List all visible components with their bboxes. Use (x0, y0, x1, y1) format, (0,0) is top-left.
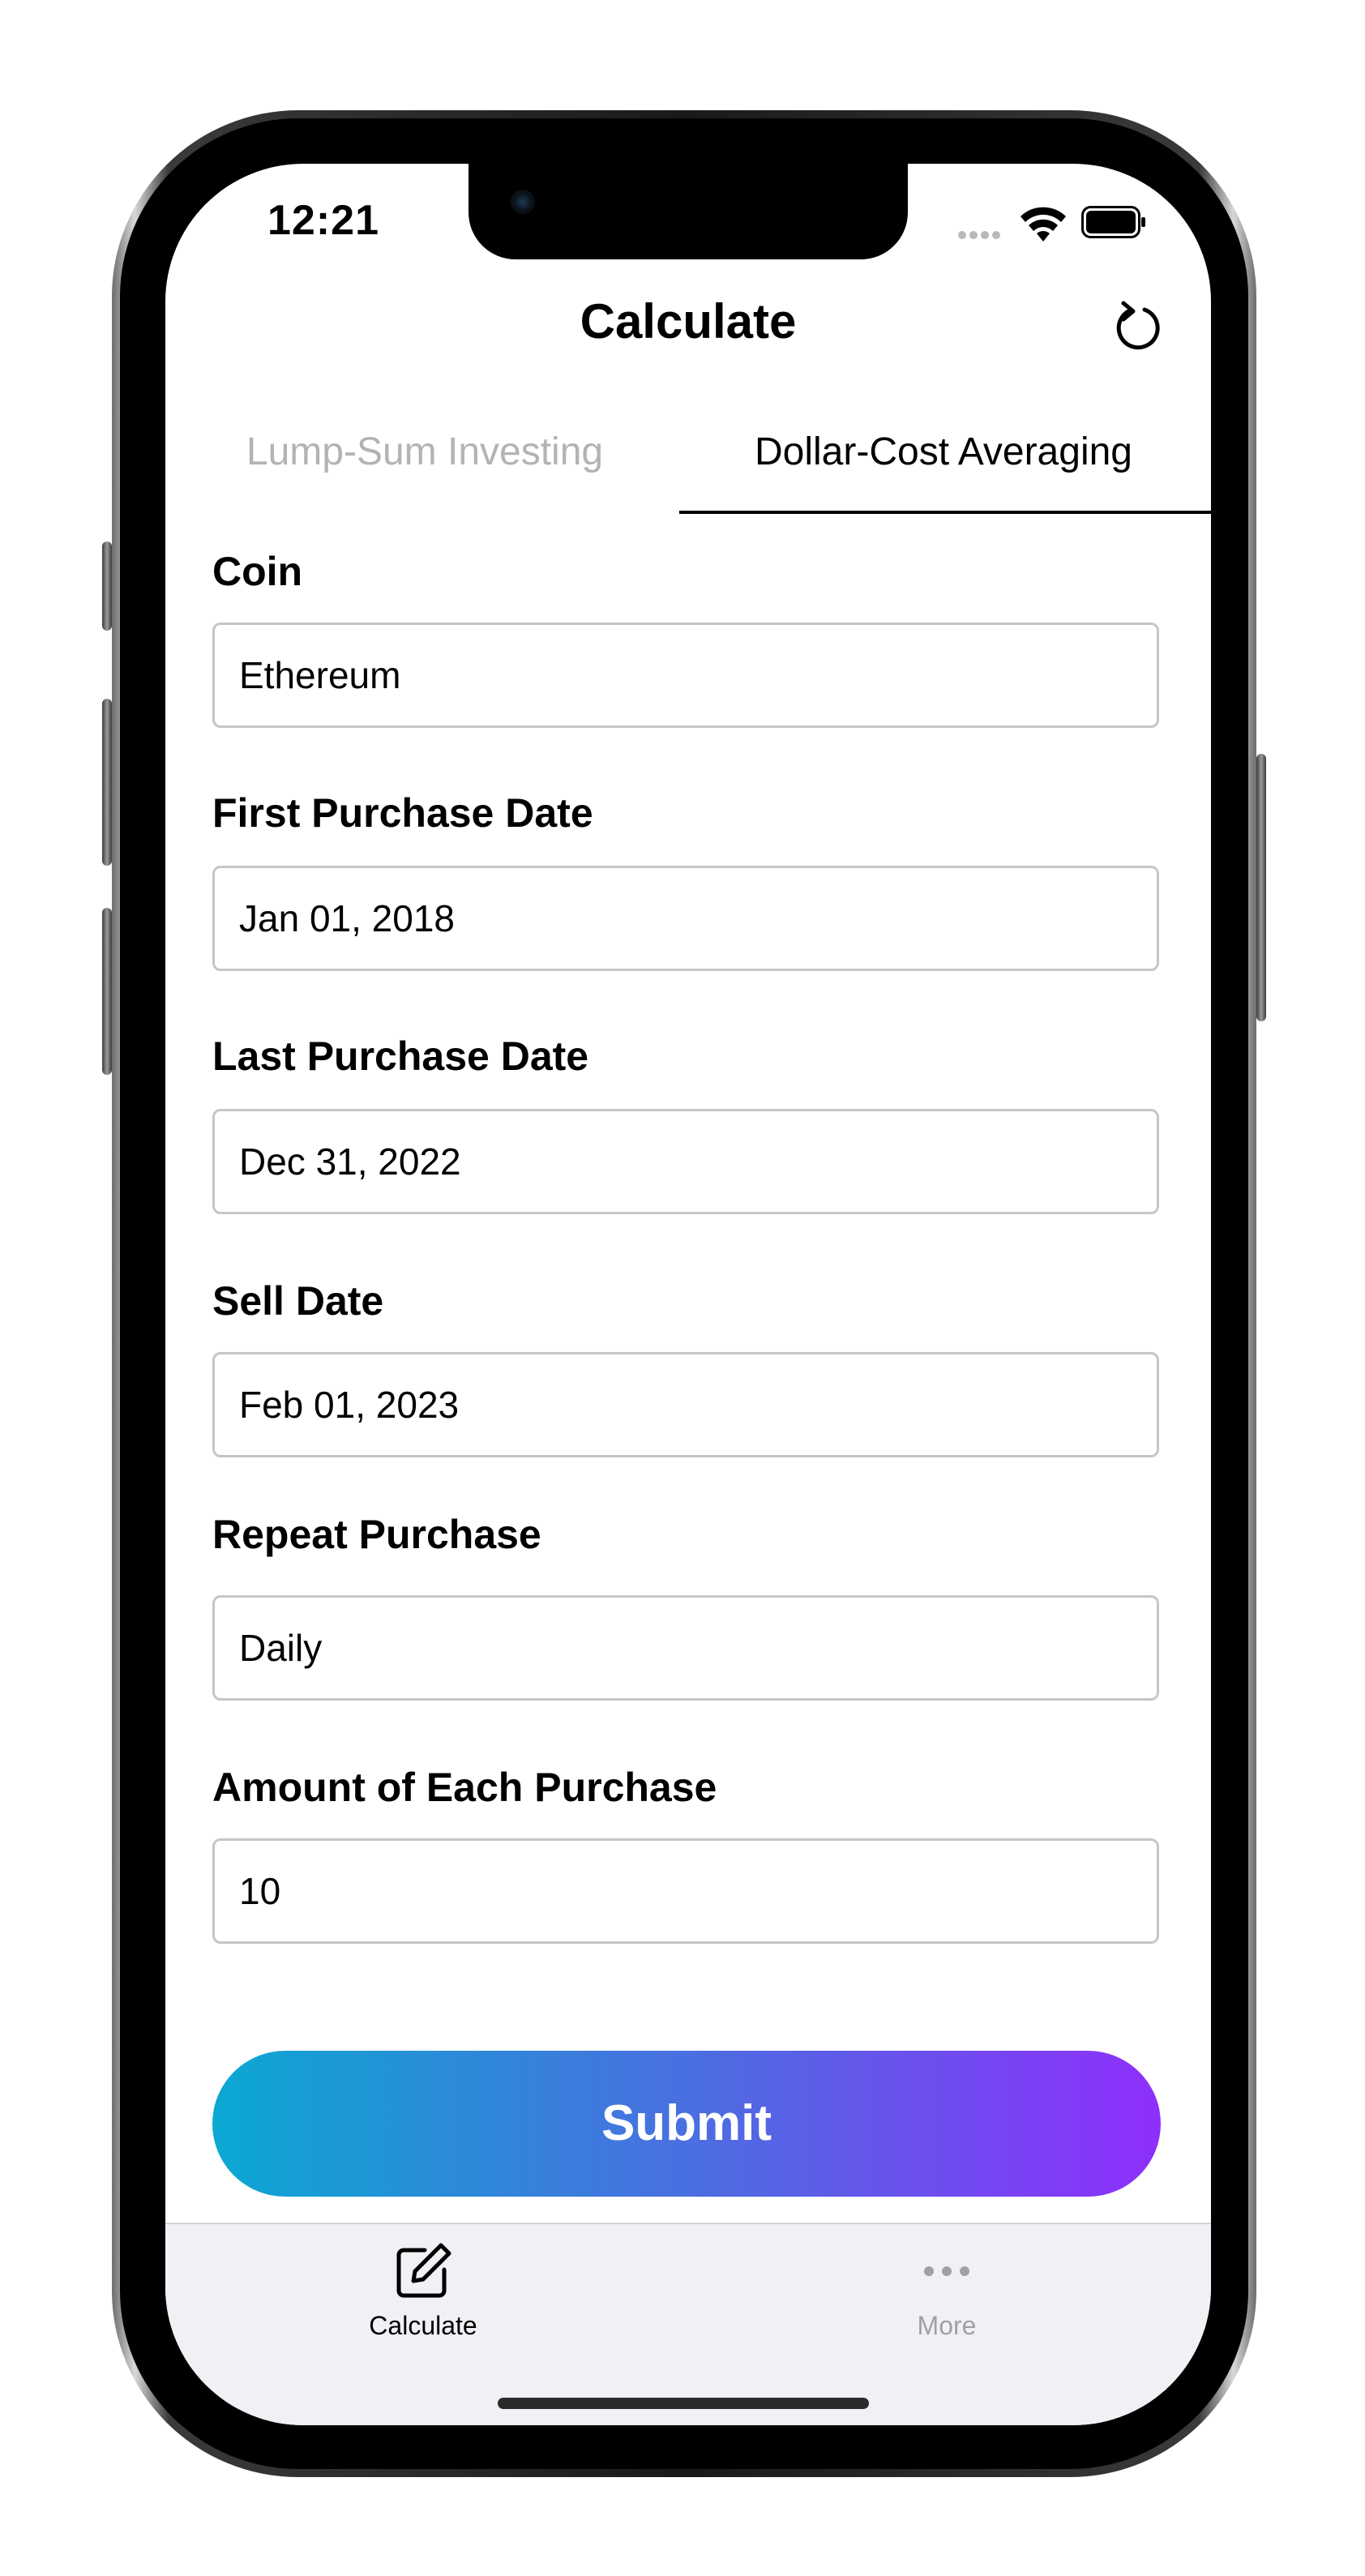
power-button (1256, 754, 1266, 1021)
tab-lump-sum-investing[interactable]: Lump-Sum Investing (198, 425, 652, 506)
wifi-icon (1021, 207, 1066, 242)
sell-date-label: Sell Date (212, 1278, 384, 1324)
silent-switch (102, 541, 112, 631)
tab-bar: Calculate More (165, 2223, 1211, 2425)
more-icon (924, 2266, 969, 2276)
battery-icon (1081, 206, 1145, 238)
repeat-purchase-label: Repeat Purchase (212, 1512, 541, 1557)
camera (511, 190, 535, 214)
tab-bar-label-more: More (917, 2311, 977, 2340)
submit-button[interactable]: Submit (212, 2051, 1161, 2197)
coin-label: Coin (212, 549, 303, 594)
edit-icon (396, 2243, 451, 2298)
amount-label: Amount of Each Purchase (212, 1765, 717, 1810)
tab-bar-item-calculate[interactable]: Calculate (302, 2240, 545, 2341)
amount-field[interactable]: 10 (212, 1838, 1159, 1944)
tab-dollar-cost-averaging[interactable]: Dollar-Cost Averaging (676, 425, 1211, 506)
last-purchase-date-label: Last Purchase Date (212, 1033, 589, 1079)
first-purchase-date-label: First Purchase Date (212, 790, 593, 836)
page-title: Calculate (580, 294, 797, 349)
last-purchase-date-field[interactable]: Dec 31, 2022 (212, 1109, 1159, 1214)
tab-bar-label-calculate: Calculate (369, 2311, 477, 2340)
reset-icon[interactable] (1106, 298, 1164, 357)
repeat-purchase-field[interactable]: Daily (212, 1595, 1159, 1701)
coin-field[interactable]: Ethereum (212, 623, 1159, 728)
tab-bar-item-more[interactable]: More (825, 2240, 1068, 2341)
first-purchase-date-field[interactable]: Jan 01, 2018 (212, 866, 1159, 971)
phone-screen: 12:21 Calculate Lump-Sum Investing Dolla… (165, 164, 1211, 2425)
cellular-signal-icon (958, 229, 1003, 243)
sell-date-field[interactable]: Feb 01, 2023 (212, 1352, 1159, 1457)
home-indicator[interactable] (498, 2398, 869, 2409)
status-time: 12:21 (267, 197, 379, 244)
volume-up-button (102, 699, 112, 866)
notch (469, 164, 908, 259)
selected-tab-indicator (679, 511, 1211, 514)
volume-down-button (102, 908, 112, 1075)
